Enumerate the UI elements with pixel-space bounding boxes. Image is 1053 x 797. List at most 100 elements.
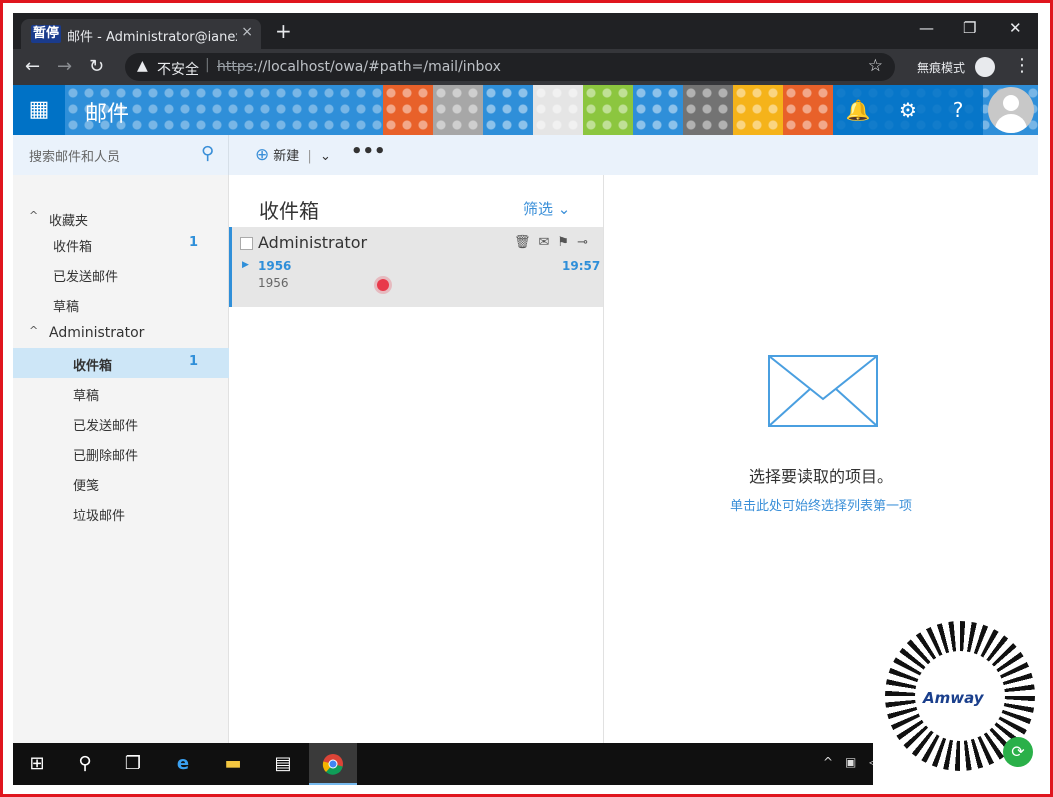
envelope-icon (768, 355, 878, 427)
browser-tab-owa[interactable]: 暂停 邮件 - Administrator@ianext.c × (21, 19, 261, 49)
close-window-icon[interactable]: ✕ (1009, 19, 1022, 37)
network-icon[interactable]: ▣ (845, 755, 856, 769)
warning-icon: ▲ (137, 58, 148, 74)
pin-icon[interactable]: ⊸ (577, 235, 596, 250)
message-sender: Administrator (258, 233, 368, 252)
help-icon[interactable]: ? (933, 85, 983, 135)
browser-tab-bar: 暂停 邮件 - Administrator@ianext.c × + — ❐ ✕ (13, 13, 1038, 49)
lego-brick (483, 85, 533, 135)
expand-thread-icon[interactable]: ▶ (242, 260, 249, 270)
back-icon[interactable]: ← (25, 56, 40, 77)
tab-favicon: 暂停 (31, 25, 61, 43)
folder-item-favorites-inbox[interactable]: 收件箱 1 (13, 229, 229, 259)
ie-icon[interactable]: e (159, 743, 207, 785)
folder-label: 草稿 (53, 300, 80, 315)
folder-item-junk[interactable]: 垃圾邮件 (13, 498, 229, 528)
message-preview: 1956 (258, 276, 289, 290)
chevron-down-icon: ⌄ (557, 200, 571, 218)
minimize-icon[interactable]: — (919, 19, 934, 37)
folder-item-drafts[interactable]: 草稿 (13, 378, 229, 408)
incognito-label: 無痕模式 (917, 61, 966, 75)
new-mail-label: 新建 (273, 149, 300, 164)
folder-label: 垃圾邮件 (73, 509, 126, 524)
screen: 暂停 邮件 - Administrator@ianext.c × + — ❐ ✕… (13, 13, 1038, 785)
chevron-down-icon[interactable]: ⌄ (320, 149, 331, 164)
chrome-icon[interactable] (309, 743, 357, 785)
gear-icon[interactable]: ⚙ (883, 85, 933, 135)
lego-brick (633, 85, 683, 135)
unread-count: 1 (189, 235, 199, 250)
folder-item-favorites-drafts[interactable]: 草稿 (13, 289, 229, 319)
search-input[interactable]: 搜索邮件和人员 ⚲ (13, 135, 229, 175)
folder-item-deleted[interactable]: 已删除邮件 (13, 438, 229, 468)
browser-menu-icon[interactable]: ⋮ (1013, 55, 1031, 76)
mouse-cursor-highlight (377, 279, 389, 291)
filter-label: 筛选 (523, 200, 554, 218)
folder-item-inbox[interactable]: 收件箱 1 (13, 348, 229, 378)
avatar-head (1003, 95, 1019, 111)
bookmark-star-icon[interactable]: ☆ (868, 56, 883, 76)
select-first-item-link[interactable]: 单击此处可始终选择列表第一项 (604, 495, 1038, 514)
file-explorer-icon[interactable]: ▬ (209, 743, 257, 785)
collapse-chevron-icon[interactable]: ^ (29, 324, 38, 337)
favorites-label: 收藏夹 (49, 214, 89, 229)
chrome-logo (322, 754, 343, 775)
message-checkbox[interactable] (240, 237, 253, 250)
message-time: 19:57 (562, 259, 601, 273)
address-bar[interactable]: ▲ 不安全 | https://localhost/owa/#path=/mai… (125, 53, 895, 81)
message-subject: 1956 (258, 259, 292, 273)
browser-toolbar: ← → ↻ ▲ 不安全 | https://localhost/owa/#pat… (13, 49, 1038, 85)
restore-icon[interactable]: ❐ (963, 19, 976, 37)
incognito-icon[interactable] (975, 57, 995, 77)
lego-brick (583, 85, 633, 135)
address-separator: | (205, 57, 210, 73)
close-tab-icon[interactable]: × (241, 24, 253, 40)
bell-icon[interactable]: 🔔 (833, 85, 883, 135)
tray-chevron-icon[interactable]: ^ (823, 755, 833, 769)
url-path: ://localhost/owa/#path=/mail/inbox (253, 59, 501, 75)
folder-pane: ^ 收藏夹 收件箱 1 已发送邮件 草稿 ^ Administrator 收件箱… (13, 175, 229, 743)
folder-label: 收件箱 (53, 240, 93, 255)
list-title: 收件箱 (259, 199, 319, 223)
avatar-body (995, 114, 1027, 133)
task-view-icon[interactable]: ❐ (109, 743, 157, 785)
windows-start-icon[interactable]: ⊞ (13, 743, 61, 785)
lego-brick (683, 85, 733, 135)
folder-item-favorites-sent[interactable]: 已发送邮件 (13, 259, 229, 289)
folder-label: 收件箱 (73, 359, 113, 374)
message-item[interactable]: Administrator 🗑✉⚑⊸ ▶ 1956 19:57 1956 (229, 227, 603, 307)
lego-brick (433, 85, 483, 135)
mini-program-icon: ⟳ (1003, 737, 1033, 767)
new-tab-button[interactable]: + (275, 19, 292, 43)
app-launcher-icon[interactable]: ▦ (13, 85, 65, 135)
header-lego-bricks (383, 85, 833, 135)
collapse-chevron-icon[interactable]: ^ (29, 209, 38, 222)
more-actions-button[interactable]: ••• (351, 141, 386, 162)
lego-brick (383, 85, 433, 135)
url-text: https://localhost/owa/#path=/mail/inbox (217, 59, 501, 75)
app-title: 邮件 (85, 102, 130, 127)
search-icon[interactable]: ⚲ (201, 143, 214, 164)
avatar[interactable] (988, 87, 1034, 133)
folder-item-notes[interactable]: 便笺 (13, 468, 229, 498)
forward-icon[interactable]: → (57, 56, 72, 77)
qr-code-overlay: Amway ⟳ (873, 613, 1038, 785)
lego-brick (783, 85, 833, 135)
server-manager-icon[interactable]: ▤ (259, 743, 307, 785)
search-icon[interactable]: ⚲ (61, 743, 109, 785)
folder-label: 便笺 (73, 479, 100, 494)
command-bar: 搜索邮件和人员 ⚲ ⊕ 新建 | ⌄ ••• (13, 135, 1038, 175)
delete-icon[interactable]: 🗑 (514, 235, 539, 250)
message-list: 收件箱 筛选 ⌄ Administrator 🗑✉⚑⊸ ▶ 1956 19:57… (229, 175, 604, 743)
filter-button[interactable]: 筛选 ⌄ (523, 198, 570, 219)
reload-icon[interactable]: ↻ (89, 56, 104, 77)
plus-icon: ⊕ (255, 145, 270, 165)
mark-read-icon[interactable]: ✉ (539, 235, 558, 250)
flag-icon[interactable]: ⚑ (557, 235, 577, 250)
account-header[interactable]: ^ Administrator (13, 318, 229, 348)
recording-frame: 暂停 邮件 - Administrator@ianext.c × + — ❐ ✕… (0, 0, 1053, 797)
lego-brick (733, 85, 783, 135)
folder-item-sent[interactable]: 已发送邮件 (13, 408, 229, 438)
folder-label: 草稿 (73, 389, 100, 404)
new-mail-button[interactable]: ⊕ 新建 | ⌄ (255, 145, 331, 165)
